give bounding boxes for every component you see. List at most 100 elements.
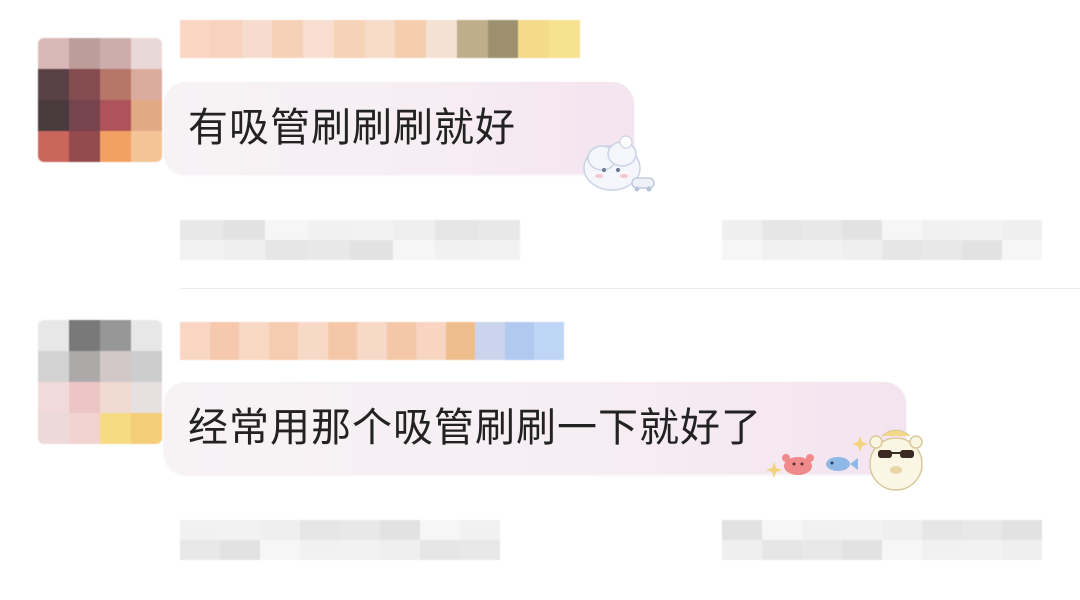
username-pixel xyxy=(333,20,365,58)
username-pixel xyxy=(303,20,334,58)
meta-pixel xyxy=(340,540,380,560)
meta-pixel xyxy=(1002,520,1042,540)
comment-item: 经常用那个吸管刷刷一下就好了 xyxy=(0,290,1080,580)
comment-meta-left xyxy=(180,520,500,560)
meta-pixel xyxy=(435,240,478,260)
meta-pixel xyxy=(962,220,1002,240)
comment-text: 经常用那个吸管刷刷一下就好了 xyxy=(188,405,762,451)
meta-pixel xyxy=(260,540,300,560)
avatar-pixel xyxy=(38,38,69,69)
meta-pixel xyxy=(762,540,802,560)
username[interactable] xyxy=(180,20,580,58)
username[interactable] xyxy=(180,322,564,360)
avatar-pixel xyxy=(69,413,100,444)
username-pixel xyxy=(298,322,328,360)
avatar-pixel xyxy=(38,351,69,382)
meta-pixel xyxy=(962,520,1002,540)
meta-pixel xyxy=(222,240,265,260)
meta-pixel xyxy=(180,220,223,240)
meta-pixel xyxy=(922,520,962,540)
username-pixel xyxy=(357,322,387,360)
avatar-pixel xyxy=(131,38,162,69)
meta-pixel xyxy=(1002,240,1042,260)
meta-pixel xyxy=(350,240,393,260)
meta-pixel xyxy=(842,540,882,560)
username-pixel xyxy=(456,20,488,58)
meta-pixel xyxy=(882,520,922,540)
meta-pixel xyxy=(722,540,762,560)
username-pixel xyxy=(395,20,427,58)
avatar-pixel xyxy=(100,351,131,382)
avatar-pixel xyxy=(69,320,100,351)
comment-actions[interactable] xyxy=(722,520,1042,560)
avatar-pixel xyxy=(131,131,162,162)
username-pixel xyxy=(209,322,240,360)
meta-pixel xyxy=(882,540,922,560)
meta-pixel xyxy=(180,540,220,560)
meta-pixel xyxy=(842,240,882,260)
username-pixel xyxy=(180,322,210,360)
meta-pixel xyxy=(722,240,762,260)
avatar-pixel xyxy=(131,382,162,413)
username-pixel xyxy=(210,20,242,58)
meta-pixel xyxy=(380,540,420,560)
meta-pixel xyxy=(265,220,308,240)
meta-pixel xyxy=(180,520,220,540)
avatar-pixel xyxy=(100,382,131,413)
avatar-pixel xyxy=(100,320,131,351)
avatar-pixel xyxy=(131,413,162,444)
avatar-pixel xyxy=(38,100,69,131)
meta-pixel xyxy=(802,540,842,560)
avatar-pixel xyxy=(69,38,100,69)
comment-text: 有吸管刷刷刷就好 xyxy=(188,105,516,151)
avatar-pixel xyxy=(69,100,100,131)
username-pixel xyxy=(327,322,358,360)
meta-pixel xyxy=(722,520,762,540)
avatar[interactable] xyxy=(38,320,162,444)
avatar-pixel xyxy=(38,320,69,351)
meta-pixel xyxy=(307,240,350,260)
username-pixel xyxy=(518,20,550,58)
meta-pixel xyxy=(762,220,802,240)
meta-pixel xyxy=(220,540,260,560)
meta-pixel xyxy=(300,540,340,560)
username-pixel xyxy=(445,322,476,360)
avatar-pixel xyxy=(38,131,69,162)
meta-pixel xyxy=(762,520,802,540)
divider xyxy=(180,288,1080,289)
meta-pixel xyxy=(300,520,340,540)
meta-pixel xyxy=(762,240,802,260)
username-pixel xyxy=(534,322,564,360)
comment-item: 有吸管刷刷刷就好 xyxy=(0,0,1080,290)
meta-pixel xyxy=(882,220,922,240)
meta-pixel xyxy=(922,540,962,560)
meta-pixel xyxy=(265,240,308,260)
comment-actions[interactable] xyxy=(722,220,1042,260)
meta-pixel xyxy=(180,240,223,260)
avatar-pixel xyxy=(100,100,131,131)
username-pixel xyxy=(272,20,304,58)
avatar-pixel xyxy=(69,69,100,100)
avatar-pixel xyxy=(69,351,100,382)
meta-pixel xyxy=(460,540,500,560)
comment-bubble: 有吸管刷刷刷就好 xyxy=(164,82,634,174)
meta-pixel xyxy=(392,240,435,260)
meta-pixel xyxy=(435,220,478,240)
avatar-pixel xyxy=(100,69,131,100)
meta-pixel xyxy=(420,520,460,540)
avatar-pixel xyxy=(38,69,69,100)
username-pixel xyxy=(426,20,457,58)
meta-pixel xyxy=(477,220,520,240)
meta-pixel xyxy=(842,520,882,540)
meta-pixel xyxy=(922,240,962,260)
avatar[interactable] xyxy=(38,38,162,162)
meta-pixel xyxy=(1002,540,1042,560)
meta-pixel xyxy=(962,240,1002,260)
username-pixel xyxy=(364,20,396,58)
avatar-pixel xyxy=(69,131,100,162)
avatar-pixel xyxy=(38,413,69,444)
meta-pixel xyxy=(802,520,842,540)
username-pixel xyxy=(180,20,211,58)
cloud-cat-sticker-icon xyxy=(583,135,655,192)
meta-pixel xyxy=(307,220,350,240)
